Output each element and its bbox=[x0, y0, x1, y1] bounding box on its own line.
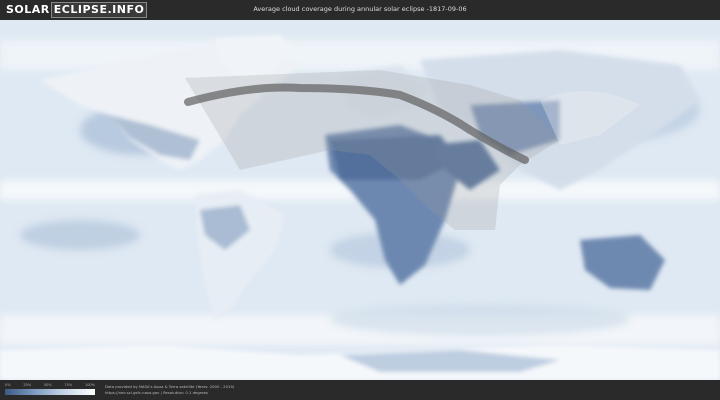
cloud-coverage-color-scale bbox=[5, 389, 95, 395]
footer-bar: 0% 25% 50% 75% 100% Data provided by NAS… bbox=[0, 380, 720, 400]
legend-tick-0: 0% bbox=[5, 383, 11, 387]
legend-tick-50: 50% bbox=[43, 383, 52, 387]
legend-ticks: 0% 25% 50% 75% 100% bbox=[5, 383, 95, 388]
cloud-coverage-map bbox=[0, 20, 720, 380]
page-title: Average cloud coverage during annular so… bbox=[253, 5, 467, 13]
map-canvas bbox=[0, 20, 720, 380]
credit-line-2[interactable]: https://neo.sci.gsfc.nasa.gov | Resoluti… bbox=[105, 390, 234, 396]
header-bar: SOLAR ECLIPSE.INFO Average cloud coverag… bbox=[0, 0, 720, 20]
credit-line-1: Data provided by NASA's Aqua & Terra sat… bbox=[105, 384, 235, 389]
data-credits: Data provided by NASA's Aqua & Terra sat… bbox=[105, 384, 234, 395]
legend-tick-25: 25% bbox=[23, 383, 32, 387]
legend-tick-75: 75% bbox=[64, 383, 73, 387]
legend-tick-100: 100% bbox=[84, 383, 95, 387]
